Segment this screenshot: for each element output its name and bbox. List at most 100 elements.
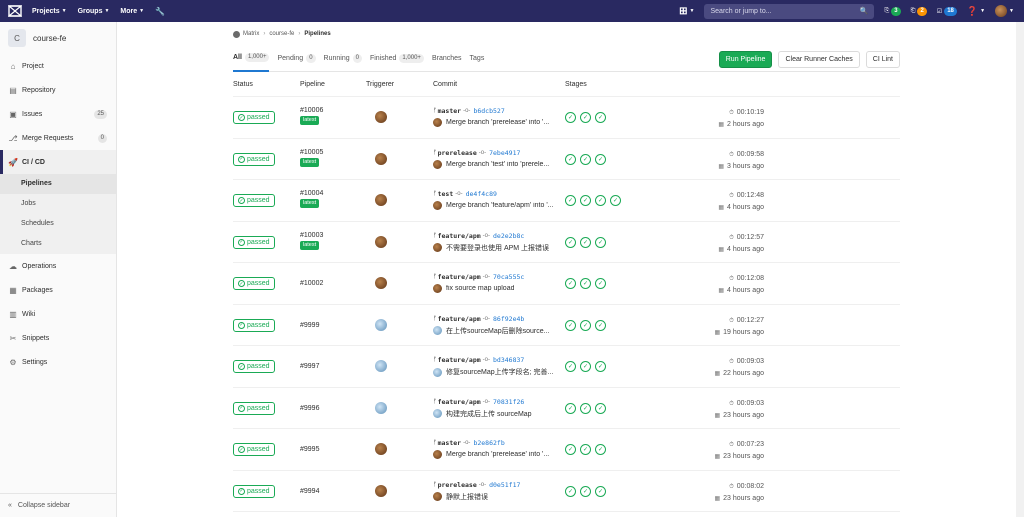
triggerer-avatar[interactable] [375,484,387,497]
stage-passed-icon[interactable]: ✓ [580,319,591,331]
stage-passed-icon[interactable]: ✓ [565,153,576,165]
branch-link[interactable]: prerelease [438,149,477,157]
pipeline-id-link[interactable]: #9994 [300,488,319,495]
commit-hash-link[interactable]: d0e51f17 [489,481,520,489]
tab-all[interactable]: All 1,000+ [233,46,270,72]
stage-passed-icon[interactable]: ✓ [580,236,591,248]
commit-hash-link[interactable]: 70ca555c [493,273,524,281]
status-badge[interactable]: ✓ passed [233,443,275,456]
stage-passed-icon[interactable]: ✓ [580,153,591,165]
branch-link[interactable]: feature/apm [438,398,481,406]
stage-passed-icon[interactable]: ✓ [565,402,576,414]
stage-passed-icon[interactable]: ✓ [580,278,591,289]
sidebar-item-issues[interactable]: ▣ Issues 25 [0,102,116,126]
stage-passed-icon[interactable]: ✓ [610,195,621,206]
commit-hash-link[interactable]: de4f4c89 [466,190,497,198]
stage-passed-icon[interactable]: ✓ [595,444,606,455]
sidebar-item-ci-cd[interactable]: 🚀 CI / CD [0,150,116,174]
commit-author-avatar[interactable] [433,409,442,418]
commit-author-avatar[interactable] [433,201,442,210]
nav-groups[interactable]: Groups ▼ [78,8,110,15]
nav-projects[interactable]: Projects ▼ [32,8,67,15]
commit-hash-link[interactable]: de2e2b8c [493,232,524,240]
page-scrollbar[interactable] [1016,22,1024,517]
stage-passed-icon[interactable]: ✓ [565,236,576,248]
pipeline-id-link[interactable]: #9995 [300,446,319,453]
sidebar-subitem-charts[interactable]: Charts [0,234,116,254]
commit-hash-link[interactable]: 7ebe4917 [489,149,520,157]
triggerer-avatar[interactable] [375,194,387,206]
tab-branches[interactable]: Branches [432,46,462,72]
stage-passed-icon[interactable]: ✓ [580,485,591,497]
triggerer-avatar[interactable] [375,235,387,248]
stage-passed-icon[interactable]: ✓ [595,361,606,372]
stage-passed-icon[interactable]: ✓ [580,444,591,455]
status-badge[interactable]: ✓ passed [233,484,275,498]
chevron-down-icon[interactable]: ▼ [1009,8,1014,14]
branch-link[interactable]: feature/apm [438,356,481,364]
status-badge[interactable]: ✓ passed [233,194,275,207]
commit-message-link[interactable]: fix source map upload [446,285,514,292]
commit-hash-link[interactable]: 86f92e4b [493,315,524,323]
breadcrumb-project[interactable]: course-fe [269,31,294,37]
search-input[interactable]: Search or jump to... 🔍 [704,3,875,19]
branch-link[interactable]: feature/apm [438,315,481,323]
commit-message-link[interactable]: Merge branch 'prerelease' into '... [446,451,549,458]
help-icon[interactable]: ❓ [967,6,978,17]
branch-link[interactable]: feature/apm [438,232,481,240]
stage-passed-icon[interactable]: ✓ [595,153,606,165]
sidebar-item-snippets[interactable]: ✂ Snippets [0,326,116,350]
commit-hash-link[interactable]: b2e862fb [473,439,504,447]
branch-link[interactable]: feature/apm [438,273,481,281]
triggerer-avatar[interactable] [375,443,387,455]
breadcrumb-current[interactable]: Pipelines [304,31,330,37]
stage-passed-icon[interactable]: ✓ [580,402,591,414]
sidebar-item-packages[interactable]: ▦ Packages [0,278,116,302]
stage-passed-icon[interactable]: ✓ [595,278,606,289]
stage-passed-icon[interactable]: ✓ [565,361,576,372]
commit-author-avatar[interactable] [433,118,442,127]
commit-author-avatar[interactable] [433,243,442,252]
stage-passed-icon[interactable]: ✓ [595,195,606,206]
stage-passed-icon[interactable]: ✓ [595,236,606,248]
stage-passed-icon[interactable]: ✓ [595,112,606,123]
commit-author-avatar[interactable] [433,450,442,459]
commit-hash-link[interactable]: bd346837 [493,356,524,364]
commit-message-link[interactable]: 静默上报错误 [446,492,488,502]
stage-passed-icon[interactable]: ✓ [580,112,591,123]
sidebar-subitem-pipelines[interactable]: Pipelines [0,174,116,194]
commit-message-link[interactable]: 不需要登录也使用 APM 上报错误 [446,243,549,253]
sidebar-item-settings[interactable]: ⚙ Settings [0,350,116,374]
commit-message-link[interactable]: 修复sourceMap上传字段名; 完善... [446,367,553,377]
pipeline-id-link[interactable]: #10004 [300,190,323,197]
branch-link[interactable]: master [438,107,461,115]
commit-message-link[interactable]: 在上传sourceMap后删除source... [446,326,549,336]
pipeline-id-link[interactable]: #10006 [300,107,323,114]
status-badge[interactable]: ✓ passed [233,152,275,166]
commit-author-avatar[interactable] [433,159,442,169]
commit-message-link[interactable]: Merge branch 'test' into 'prerele... [446,161,549,168]
commit-author-avatar[interactable] [433,326,442,335]
gitlab-logo-icon[interactable] [7,4,23,18]
commit-message-link[interactable]: Merge branch 'prerelease' into '... [446,119,549,126]
sidebar-subitem-schedules[interactable]: Schedules [0,214,116,234]
commit-author-avatar[interactable] [433,492,442,501]
stage-passed-icon[interactable]: ✓ [595,319,606,331]
commit-message-link[interactable]: 构建完成后上传 sourceMap [446,409,532,419]
sidebar-item-project[interactable]: ⌂ Project [0,54,116,78]
stage-passed-icon[interactable]: ✓ [565,112,576,123]
triggerer-avatar[interactable] [375,360,387,372]
stage-passed-icon[interactable]: ✓ [565,444,576,455]
tab-finished[interactable]: Finished 1,000+ [370,46,424,72]
stage-passed-icon[interactable]: ✓ [580,195,591,206]
stage-passed-icon[interactable]: ✓ [580,361,591,372]
run-pipeline-button[interactable]: Run Pipeline [718,51,773,68]
sidebar-item-repository[interactable]: ▤ Repository [0,78,116,102]
commit-hash-link[interactable]: 70831f26 [493,398,524,406]
pipeline-id-link[interactable]: #10002 [300,280,323,287]
branch-link[interactable]: test [438,190,454,198]
stage-passed-icon[interactable]: ✓ [565,485,576,497]
chevron-down-icon[interactable]: ▼ [690,8,695,14]
pipeline-id-link[interactable]: #9997 [300,363,319,370]
stage-passed-icon[interactable]: ✓ [595,402,606,414]
